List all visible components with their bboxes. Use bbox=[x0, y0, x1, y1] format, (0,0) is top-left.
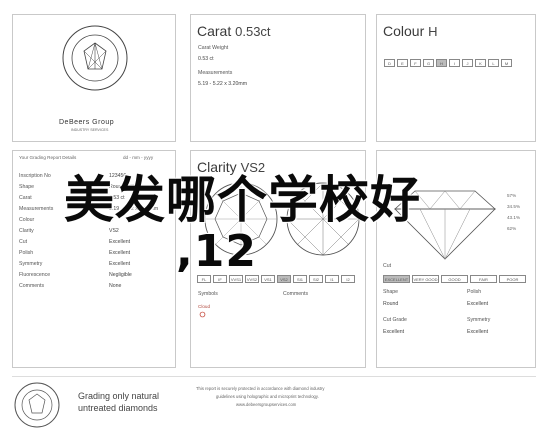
clarity-comments-label: Comments bbox=[283, 291, 309, 297]
report-row-label: Fluorescence bbox=[19, 272, 51, 278]
cut-proportion-value: 62% bbox=[507, 226, 517, 231]
colour-scale: DEFGHIJKLM bbox=[384, 59, 514, 67]
report-row-label: Inscription No bbox=[19, 173, 51, 179]
colour-grade-1: E bbox=[397, 59, 408, 67]
cut-grade-2: GOOD bbox=[441, 275, 468, 283]
carat-weight-label: Carat Weight bbox=[198, 45, 229, 51]
report-row-value: Excellent bbox=[109, 250, 131, 256]
cut-grade-4: POOR bbox=[499, 275, 526, 283]
carat-weight-value: 0.53 ct bbox=[198, 56, 214, 62]
report-row-label: Cut bbox=[19, 239, 28, 245]
clarity-grade-9: I2 bbox=[341, 275, 355, 283]
report-row-label: Comments bbox=[19, 283, 45, 289]
carat-panel: Carat 0.53ct Carat Weight 0.53 ct Measur… bbox=[190, 14, 366, 142]
report-row-value: Excellent bbox=[109, 239, 131, 245]
report-row-value: None bbox=[109, 283, 122, 289]
cut-proportion-value: 43.1% bbox=[507, 215, 521, 220]
colour-grade-4: H bbox=[436, 59, 447, 67]
cut-grade-1: VERY GOOD bbox=[412, 275, 439, 283]
logo-panel: DeBeers Group INDUSTRY SERVICES bbox=[12, 14, 176, 142]
institute-seal-icon bbox=[62, 25, 128, 91]
report-row-label: Symmetry bbox=[19, 261, 43, 267]
colour-grade-8: L bbox=[488, 59, 499, 67]
certificate-page: DeBeers Group INDUSTRY SERVICES Carat 0.… bbox=[0, 0, 546, 436]
footer-divider bbox=[12, 376, 536, 377]
cut-grade-3: FAIR bbox=[470, 275, 497, 283]
cut-scale: EXCELLENT VERY GOOD GOOD FAIR POOR bbox=[383, 275, 528, 283]
clarity-grade-4: VS1 bbox=[261, 275, 275, 283]
symbols-value: Cloud bbox=[198, 304, 211, 309]
symmetry-value: Excellent bbox=[467, 329, 489, 335]
report-row-value: Negligible bbox=[109, 272, 132, 278]
cutgrade-label: Cut Grade bbox=[383, 317, 407, 323]
colour-grade-7: K bbox=[475, 59, 486, 67]
colour-title: Colour H bbox=[383, 23, 438, 39]
cut-grade-0: EXCELLENT bbox=[383, 275, 410, 283]
report-row-label: Colour bbox=[19, 217, 35, 223]
footer-grading-line2: untreated diamonds bbox=[78, 403, 158, 413]
overlay-caption-line2: ,12 bbox=[176, 226, 257, 277]
clarity-grade-8: I1 bbox=[325, 275, 339, 283]
colour-grade-2: F bbox=[410, 59, 421, 67]
shape-value: Round bbox=[383, 301, 399, 307]
polish-label: Polish bbox=[467, 289, 482, 295]
cloud-symbol-icon bbox=[199, 311, 206, 318]
report-row-label: Clarity bbox=[19, 228, 34, 234]
brand-name: DeBeers Group bbox=[59, 119, 115, 126]
footer-seal-icon bbox=[14, 382, 60, 428]
report-row-label: Shape bbox=[19, 184, 35, 190]
symbols-label: Symbols bbox=[198, 291, 218, 297]
report-row-label: Carat bbox=[19, 195, 32, 201]
cut-proportion-value: 34.5% bbox=[507, 204, 521, 209]
cut-title: Cut bbox=[383, 263, 392, 269]
clarity-grade-7: SI2 bbox=[309, 275, 323, 283]
polish-value: Excellent bbox=[467, 301, 489, 307]
report-row-value: Excellent bbox=[109, 261, 131, 267]
footer-grading-line1: Grading only natural bbox=[78, 391, 160, 401]
footer-disclaimer-3: www.debeersgroupservices.com bbox=[236, 402, 297, 407]
colour-grade-0: D bbox=[384, 59, 395, 67]
carat-title: Carat 0.53ct bbox=[197, 23, 271, 39]
clarity-grade-6: SI1 bbox=[293, 275, 307, 283]
measurements-value: 5.19 - 5.22 x 3.20mm bbox=[198, 81, 248, 87]
overlay-caption-line1: 美发哪个学校好 bbox=[64, 171, 421, 229]
brand-subtitle: INDUSTRY SERVICES bbox=[71, 128, 109, 132]
footer-disclaimer-1: This report is securely protected in acc… bbox=[196, 386, 325, 391]
report-row-label: Measurements bbox=[19, 206, 54, 212]
colour-grade-6: J bbox=[462, 59, 473, 67]
colour-grade-5: I bbox=[449, 59, 460, 67]
colour-grade-3: G bbox=[423, 59, 434, 67]
cutgrade-value: Excellent bbox=[383, 329, 405, 335]
measurements-label: Measurements bbox=[198, 70, 233, 76]
report-row-label: Polish bbox=[19, 250, 34, 256]
colour-grade-9: M bbox=[501, 59, 512, 67]
symmetry-label: Symmetry bbox=[467, 317, 491, 323]
colour-panel: Colour H DEFGHIJKLM bbox=[376, 14, 536, 142]
footer-disclaimer-2: guidelines using holographic and micropr… bbox=[216, 394, 319, 399]
clarity-grade-5: VS2 bbox=[277, 275, 291, 283]
cut-proportion-value: 57% bbox=[507, 193, 517, 198]
shape-label: Shape bbox=[383, 289, 399, 295]
